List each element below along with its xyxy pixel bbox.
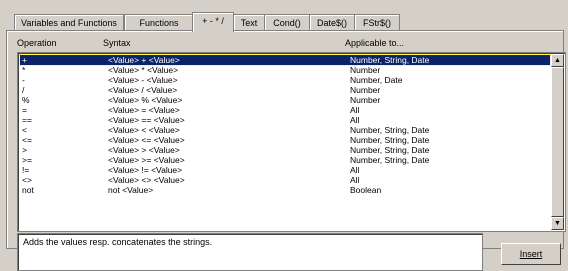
tab-operators[interactable]: + - * / [192, 12, 234, 32]
list-item[interactable]: <> <Value> <> <Value> All [20, 175, 550, 185]
applicable-cell: All [350, 115, 360, 125]
operation-cell: > [22, 145, 27, 155]
syntax-cell: <Value> = <Value> [108, 105, 180, 115]
operation-cell: == [22, 115, 32, 125]
vertical-scrollbar[interactable]: ▲ ▼ [551, 54, 564, 230]
syntax-cell: <Value> * <Value> [108, 65, 179, 75]
tab-functions[interactable]: Functions [124, 14, 194, 31]
scroll-up-icon[interactable]: ▲ [551, 54, 564, 67]
syntax-cell: <Value> <= <Value> [108, 135, 185, 145]
operator-list[interactable]: + <Value> + <Value> Number, String, Date… [17, 52, 566, 232]
operation-cell: % [22, 95, 30, 105]
list-header: Operation Syntax Applicable to... [7, 38, 563, 50]
insert-button[interactable]: Insert [501, 243, 561, 265]
operation-cell: not [22, 185, 34, 195]
list-item[interactable]: == <Value> == <Value> All [20, 115, 550, 125]
tab-date[interactable]: Date$() [309, 14, 355, 31]
syntax-cell: <Value> <> <Value> [108, 175, 185, 185]
operation-cell: >= [22, 155, 32, 165]
list-item[interactable]: / <Value> / <Value> Number [20, 85, 550, 95]
tab-variables-and-functions[interactable]: Variables and Functions [14, 14, 124, 31]
syntax-cell: <Value> > <Value> [108, 145, 180, 155]
column-header-syntax[interactable]: Syntax [103, 38, 131, 48]
description-box: Adds the values resp. concatenates the s… [17, 233, 483, 271]
applicable-cell: Number, String, Date [350, 125, 430, 135]
list-item[interactable]: not not <Value> Boolean [20, 185, 550, 195]
operation-cell: <= [22, 135, 32, 145]
list-item[interactable]: <= <Value> <= <Value> Number, String, Da… [20, 135, 550, 145]
syntax-cell: <Value> + <Value> [108, 55, 180, 65]
syntax-cell: <Value> == <Value> [108, 115, 185, 125]
operation-cell: <> [22, 175, 32, 185]
operation-cell: * [22, 65, 26, 75]
syntax-cell: <Value> / <Value> [108, 85, 178, 95]
operation-cell: != [22, 165, 30, 175]
syntax-cell: <Value> != <Value> [108, 165, 183, 175]
list-item[interactable]: != <Value> != <Value> All [20, 165, 550, 175]
scroll-thumb[interactable] [551, 67, 564, 217]
operation-cell: + [22, 55, 27, 65]
list-item[interactable]: - <Value> - <Value> Number, Date [20, 75, 550, 85]
column-header-applicable[interactable]: Applicable to... [345, 38, 404, 48]
list-item[interactable]: + <Value> + <Value> Number, String, Date [19, 54, 551, 66]
applicable-cell: Number [350, 95, 381, 105]
applicable-cell: Boolean [350, 185, 382, 195]
applicable-cell: Number [350, 85, 381, 95]
applicable-cell: All [350, 175, 360, 185]
applicable-cell: All [350, 165, 360, 175]
syntax-cell: not <Value> [108, 185, 154, 195]
list-item[interactable]: > <Value> > <Value> Number, String, Date [20, 145, 550, 155]
description-text: Adds the values resp. concatenates the s… [23, 237, 213, 247]
applicable-cell: Number, String, Date [350, 145, 430, 155]
applicable-cell: All [350, 105, 360, 115]
syntax-cell: <Value> < <Value> [108, 125, 180, 135]
operation-cell: - [22, 75, 25, 85]
operation-cell: = [22, 105, 27, 115]
list-item[interactable]: >= <Value> >= <Value> Number, String, Da… [20, 155, 550, 165]
column-header-operation[interactable]: Operation [17, 38, 57, 48]
tab-fstr[interactable]: FStr$() [354, 14, 400, 31]
applicable-cell: Number [350, 65, 381, 75]
syntax-cell: <Value> - <Value> [108, 75, 178, 85]
operation-cell: / [22, 85, 25, 95]
applicable-cell: Number, String, Date [350, 155, 430, 165]
applicable-cell: Number, String, Date [350, 55, 430, 65]
list-item[interactable]: * <Value> * <Value> Number [20, 65, 550, 75]
list-item[interactable]: % <Value> % <Value> Number [20, 95, 550, 105]
operation-cell: < [22, 125, 27, 135]
syntax-cell: <Value> % <Value> [108, 95, 183, 105]
tab-cond[interactable]: Cond() [264, 14, 310, 31]
applicable-cell: Number, String, Date [350, 135, 430, 145]
list-item[interactable]: = <Value> = <Value> All [20, 105, 550, 115]
syntax-cell: <Value> >= <Value> [108, 155, 185, 165]
applicable-cell: Number, Date [350, 75, 403, 85]
tab-panel: Operation Syntax Applicable to... + <Val… [6, 30, 566, 271]
scroll-down-icon[interactable]: ▼ [551, 217, 564, 230]
list-item[interactable]: < <Value> < <Value> Number, String, Date [20, 125, 550, 135]
tab-text[interactable]: Text [233, 14, 265, 31]
